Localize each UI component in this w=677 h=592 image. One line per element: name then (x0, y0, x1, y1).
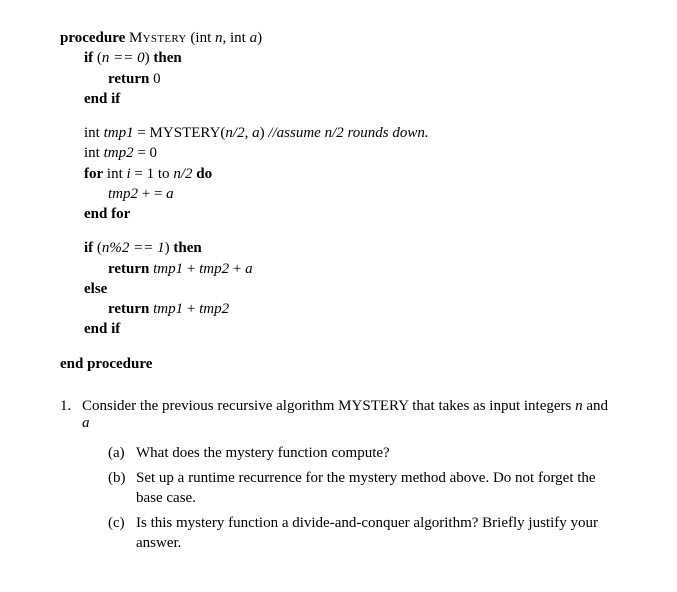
sub-b: (b) Set up a runtime recurrence for the … (108, 469, 617, 508)
ret2-tmp2: tmp2 (199, 261, 229, 277)
kw-endfor: end for (84, 206, 130, 222)
sig-mid: , int (223, 30, 250, 46)
ret3-tmp2: tmp2 (199, 301, 229, 317)
tmp2-var: tmp2 (104, 145, 134, 161)
sig-open: (int (190, 30, 215, 46)
kw-then2: then (173, 240, 201, 256)
loop-body: tmp2 + = a (108, 184, 617, 204)
kw-procedure: procedure (60, 30, 125, 46)
question-num: 1. (60, 398, 82, 560)
sub-c-label: (c) (108, 514, 136, 553)
ret2-tmp1: tmp1 (153, 261, 183, 277)
ret2-plus2: + (229, 261, 245, 277)
algorithm-block: procedure Mystery (int n, int a) if (n =… (60, 28, 617, 374)
tmp2-b: = 0 (134, 145, 157, 161)
param-n: n (215, 30, 223, 46)
tmp1-b: = MYSTERY( (134, 125, 226, 141)
if-line-2: if (n%2 == 1) then (84, 238, 617, 258)
question-text: Consider the previous recursive algorith… (82, 398, 617, 560)
end-procedure: end procedure (60, 354, 617, 374)
if-line-1: if (n == 0) then (84, 48, 617, 68)
return-0: return 0 (108, 69, 617, 89)
for-line: for int i = 1 to n/2 do (84, 164, 617, 184)
qtext-avar: a (82, 415, 90, 431)
endfor: end for (84, 204, 617, 224)
endif-1: end if (84, 89, 617, 109)
else-line: else (84, 279, 617, 299)
document-page: procedure Mystery (int n, int a) if (n =… (0, 0, 677, 579)
for-c: n/2 (173, 166, 192, 182)
for-b: = 1 to (131, 166, 174, 182)
tmp2-a: int (84, 145, 104, 161)
kw-return: return (108, 71, 149, 87)
loop-tmp2: tmp2 (108, 186, 138, 202)
procedure-signature: procedure Mystery (int n, int a) (60, 28, 617, 48)
comment: //assume n/2 rounds down. (268, 125, 428, 141)
kw-endproc: end procedure (60, 356, 152, 372)
param-a: a (250, 30, 258, 46)
kw-for: for (84, 166, 103, 182)
sub-questions: (a) What does the mystery function compu… (108, 444, 617, 554)
cond2-open: ( (93, 240, 102, 256)
ret3-tmp1: tmp1 (153, 301, 183, 317)
ret2-plus1: + (183, 261, 199, 277)
tmp1-line: int tmp1 = MYSTERY(n/2, a) //assume n/2 … (84, 123, 617, 143)
kw-endif: end if (84, 91, 120, 107)
cond1-body: n == 0 (102, 50, 145, 66)
ret2-a: a (245, 261, 253, 277)
qtext-a: Consider the previous recursive algorith… (82, 398, 575, 414)
zero: 0 (149, 71, 160, 87)
sub-b-label: (b) (108, 469, 136, 508)
return-odd: return tmp1 + tmp2 + a (108, 259, 617, 279)
tmp1-c: n/2, a (225, 125, 259, 141)
ret3-plus: + (183, 301, 199, 317)
kw-return3: return (108, 301, 149, 317)
endif-2: end if (84, 319, 617, 339)
kw-if: if (84, 50, 93, 66)
kw-endif2: end if (84, 321, 120, 337)
cond1-open: ( (93, 50, 102, 66)
sub-a-text: What does the mystery function compute? (136, 444, 617, 464)
loop-op: + = (138, 186, 166, 202)
cond2-body: n%2 == 1 (102, 240, 165, 256)
kw-return2: return (108, 261, 149, 277)
sub-c: (c) Is this mystery function a divide-an… (108, 514, 617, 553)
question-1: 1. Consider the previous recursive algor… (60, 398, 617, 560)
sub-b-text: Set up a runtime recurrence for the myst… (136, 469, 617, 508)
sub-a-label: (a) (108, 444, 136, 464)
tmp1-a: int (84, 125, 104, 141)
kw-then: then (153, 50, 181, 66)
sig-close: ) (257, 30, 262, 46)
kw-do: do (192, 166, 212, 182)
tmp2-line: int tmp2 = 0 (84, 143, 617, 163)
qtext-n: n (575, 398, 583, 414)
sub-a: (a) What does the mystery function compu… (108, 444, 617, 464)
qtext-b: and (583, 398, 608, 414)
proc-name: Mystery (129, 30, 187, 46)
sub-c-text: Is this mystery function a divide-and-co… (136, 514, 617, 553)
for-a: int (103, 166, 126, 182)
kw-else: else (84, 281, 107, 297)
return-even: return tmp1 + tmp2 (108, 299, 617, 319)
tmp1-var: tmp1 (104, 125, 134, 141)
loop-a: a (166, 186, 174, 202)
kw-if2: if (84, 240, 93, 256)
